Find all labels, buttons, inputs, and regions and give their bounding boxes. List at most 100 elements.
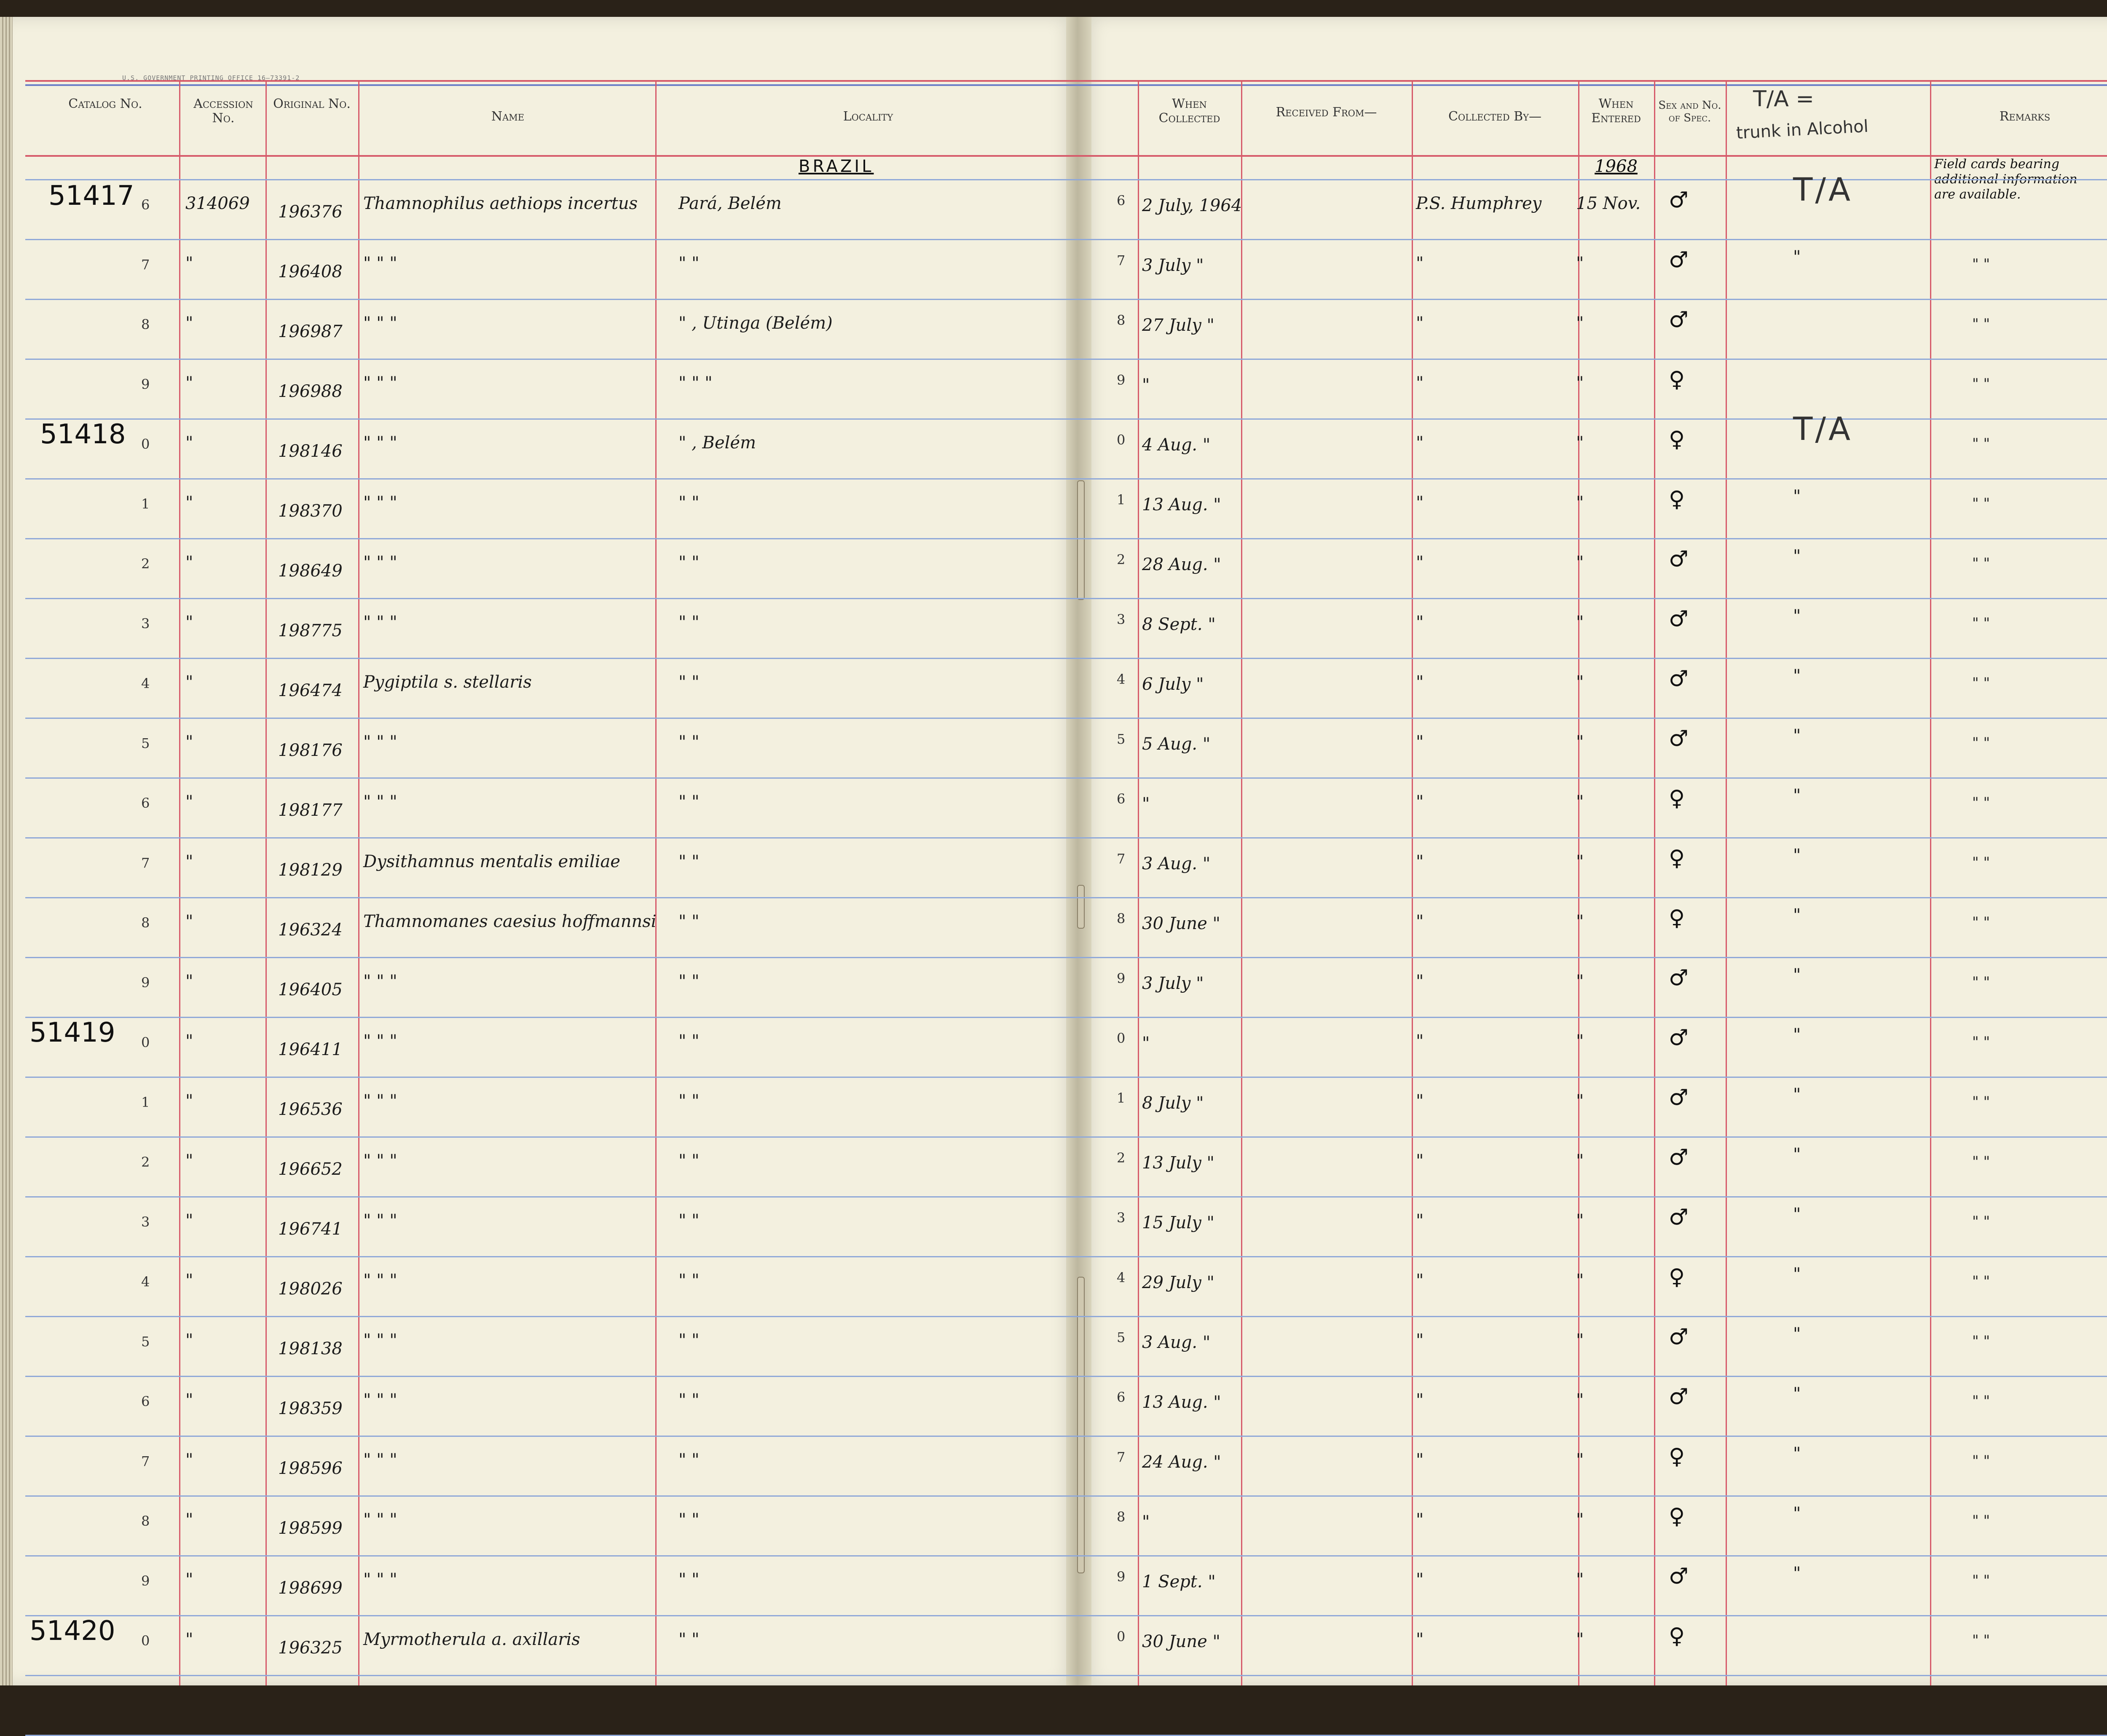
row-rule [25,1196,2107,1198]
original-no: 196411 [278,1040,343,1059]
collected-by: " [1416,613,1424,632]
accession-no: " [185,373,193,393]
original-no: 196376 [278,202,343,222]
tia-mark: T/A [1793,171,1853,208]
when-entered: " [1576,1211,1584,1230]
remarks: " " [1972,1452,1990,1469]
remarks: " " [1972,1393,1990,1409]
accession-no: " [185,732,193,752]
sex-symbol: ♀ [1669,1623,1685,1649]
row-last-digit: 8 [141,915,150,931]
tia-mark: " [1793,846,1801,865]
row-last-digit-right: 9 [1117,970,1126,986]
when-entered: " [1576,852,1584,871]
tia-mark: " [1793,786,1801,805]
accession-no: " [185,1510,193,1530]
row-last-digit-right: 3 [1117,1210,1126,1226]
when-collected: 8 July " [1142,1093,1204,1113]
accession-no: " [185,972,193,991]
when-collected: 1 Sept. " [1142,1572,1216,1591]
when-collected: 30 June " [1142,914,1220,933]
accession-no: " [185,672,193,692]
header-collected-by: Collected By— [1448,109,1542,124]
sex-symbol: ♂ [1669,1564,1689,1589]
header-locality: Locality [843,109,893,124]
specimen-name: " " " [363,1570,397,1589]
original-no: 196536 [278,1100,343,1119]
when-entered: " [1576,1570,1584,1589]
collected-by: " [1416,254,1424,273]
ledger-left-page [13,17,1079,1685]
row-rule [25,1316,2107,1317]
accession-no: " [185,852,193,871]
accession-no: " [185,1570,193,1589]
original-no: 196652 [278,1160,343,1179]
row-last-digit-right: 5 [1117,1329,1126,1345]
collected-by: " [1416,1331,1424,1350]
when-entered: " [1576,912,1584,931]
specimen-name: " " " [363,1091,397,1111]
when-collected: " [1142,1034,1150,1053]
remarks-note-line-3: are available. [1934,187,2021,202]
row-rule [25,897,2107,898]
collected-by: " [1416,672,1424,692]
row-last-digit: 9 [141,975,150,991]
tia-mark: " [1793,1085,1801,1104]
specimen-name: Dysithamnus mentalis emiliae [363,852,620,871]
when-entered: " [1576,1390,1584,1410]
when-collected: 13 July " [1142,1153,1214,1173]
accession-no: " [185,792,193,812]
remarks: " " [1972,435,1990,452]
sex-symbol: ♂ [1669,1145,1689,1170]
when-collected: 5 Aug. " [1142,734,1211,754]
accession-no: " [185,433,193,453]
catalog-block-51419: 51419 [29,1017,115,1048]
locality: " " [678,912,700,931]
locality: " " [678,852,700,871]
tia-mark: " [1793,1264,1801,1284]
tia-mark: " [1793,606,1801,626]
row-last-digit-right: 2 [1117,1150,1126,1166]
specimen-name: " " " [363,1331,397,1350]
when-collected: 3 July " [1142,974,1204,993]
tia-mark: " [1793,666,1801,686]
collected-by: " [1416,1570,1424,1589]
row-last-digit: 0 [141,1633,150,1649]
row-rule [25,1436,2107,1437]
specimen-name: " " " [363,254,397,273]
collected-by: " [1416,1630,1424,1649]
tia-mark: " [1793,1145,1801,1164]
locality: " " [678,672,700,692]
row-rule [25,1256,2107,1257]
sex-symbol: ♂ [1669,307,1689,332]
catalog-block-51417: 51417 [48,180,134,212]
original-no: 196405 [278,980,343,999]
row-rule [25,658,2107,659]
row-last-digit-right: 4 [1117,1270,1126,1286]
sex-symbol: ♂ [1669,726,1689,751]
col-divider-when-collected [1241,80,1242,1685]
row-last-digit-right: 9 [1117,372,1126,388]
binding-staple-lower [1077,1277,1085,1573]
locality: " " [678,493,700,512]
tia-mark: " [1793,1564,1801,1583]
row-rule [25,239,2107,240]
when-entered: 15 Nov. [1576,194,1641,213]
specimen-name: " " " [363,732,397,752]
locality: " " [678,613,700,632]
tia-mark: " [1793,1384,1801,1404]
col-divider-remarks [1930,80,1931,1685]
when-collected: " [1142,375,1150,395]
row-rule [25,1615,2107,1616]
remarks: " " [1972,675,1990,691]
locality: " " [678,1271,700,1290]
when-entered: " [1576,792,1584,812]
remarks: " " [1972,555,1990,572]
accession-no: " [185,1450,193,1470]
accession-no: " [185,553,193,572]
collected-by: " [1416,1510,1424,1530]
sex-symbol: ♂ [1669,1085,1689,1110]
original-no: 198370 [278,501,343,521]
when-collected: 27 July " [1142,316,1214,335]
sex-symbol: ♀ [1669,786,1685,811]
